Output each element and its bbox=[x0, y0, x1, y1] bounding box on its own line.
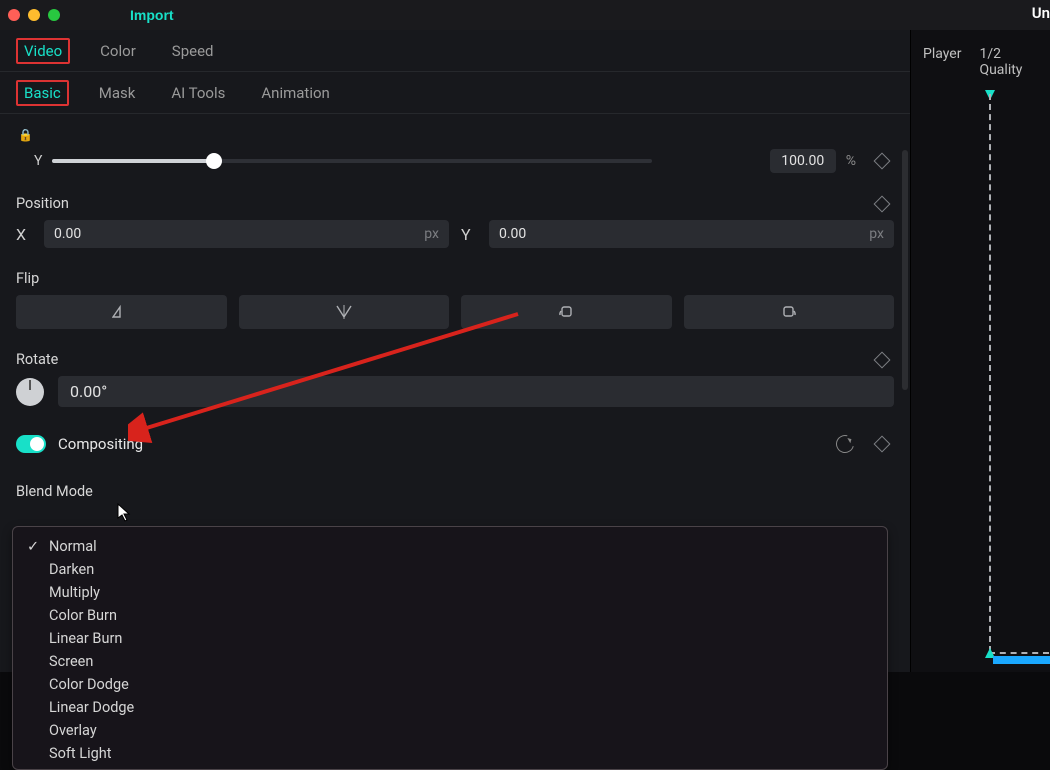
tab-animation[interactable]: Animation bbox=[255, 80, 335, 106]
blend-option-color-dodge[interactable]: Color Dodge bbox=[19, 673, 881, 696]
rotate-header: Rotate bbox=[16, 351, 894, 368]
primary-tabs: Video Color Speed bbox=[0, 30, 910, 72]
blend-option-label: Linear Burn bbox=[49, 630, 122, 647]
blend-option-soft-light[interactable]: Soft Light bbox=[19, 742, 881, 765]
position-y-suffix: px bbox=[869, 226, 884, 242]
blend-option-linear-dodge[interactable]: Linear Dodge bbox=[19, 696, 881, 719]
position-header: Position bbox=[16, 195, 894, 212]
tab-ai-tools[interactable]: AI Tools bbox=[165, 80, 231, 106]
tab-color[interactable]: Color bbox=[94, 38, 142, 64]
player-tab[interactable]: Player bbox=[923, 46, 961, 78]
tab-mask[interactable]: Mask bbox=[93, 80, 142, 106]
player-quality[interactable]: 1/2 Quality bbox=[979, 46, 1042, 78]
scale-y-unit: % bbox=[846, 153, 856, 169]
rotate-ccw-button[interactable] bbox=[461, 295, 672, 329]
blend-option-label: Normal bbox=[49, 538, 97, 555]
flip-vertical-button[interactable] bbox=[239, 295, 450, 329]
preview-area[interactable] bbox=[911, 92, 1050, 672]
keyframe-rotate[interactable] bbox=[874, 351, 891, 368]
position-x-label: X bbox=[16, 225, 30, 244]
tab-speed[interactable]: Speed bbox=[166, 38, 220, 64]
position-x-suffix: px bbox=[424, 226, 439, 242]
maximize-window-button[interactable] bbox=[48, 9, 60, 21]
cursor-icon bbox=[117, 503, 131, 523]
timeline-clip[interactable] bbox=[993, 656, 1050, 664]
inspector-panel: Video Color Speed Basic Mask AI Tools An… bbox=[0, 30, 910, 672]
position-y-field[interactable]: Y 0.00 px bbox=[461, 220, 894, 248]
blend-option-label: Color Burn bbox=[49, 607, 117, 624]
keyframe-compositing[interactable] bbox=[874, 436, 891, 453]
rotate-label: Rotate bbox=[16, 351, 58, 368]
blend-mode-header: Blend Mode bbox=[16, 483, 894, 500]
blend-option-label: Soft Light bbox=[49, 745, 111, 762]
blend-option-label: Overlay bbox=[49, 722, 97, 739]
lock-icon[interactable]: 🔒 bbox=[18, 128, 33, 142]
reset-compositing-icon[interactable] bbox=[833, 432, 858, 457]
preview-bottom-edge bbox=[989, 652, 1049, 654]
blend-option-color-burn[interactable]: Color Burn bbox=[19, 604, 881, 627]
keyframe-position[interactable] bbox=[874, 195, 891, 212]
secondary-tabs: Basic Mask AI Tools Animation bbox=[0, 72, 910, 114]
minimize-window-button[interactable] bbox=[28, 9, 40, 21]
rotate-value[interactable]: 0.00° bbox=[58, 376, 894, 407]
scale-y-value[interactable]: 100.00 bbox=[770, 149, 836, 173]
tab-video[interactable]: Video bbox=[16, 38, 70, 64]
compositing-toggle[interactable] bbox=[16, 435, 46, 453]
window-title-partial: Un bbox=[1032, 4, 1050, 22]
blend-option-label: Color Dodge bbox=[49, 676, 129, 693]
blend-option-label: Linear Dodge bbox=[49, 699, 134, 716]
blend-option-label: Multiply bbox=[49, 584, 100, 601]
keyframe-scale-y[interactable] bbox=[874, 153, 891, 170]
blend-option-normal[interactable]: ✓ Normal bbox=[19, 535, 881, 558]
rotate-dial[interactable] bbox=[16, 378, 44, 406]
scrollbar[interactable] bbox=[902, 150, 908, 390]
scale-y-row: Y 100.00 % bbox=[16, 149, 894, 173]
scale-y-label: Y bbox=[34, 153, 42, 169]
rotate-cw-button[interactable] bbox=[684, 295, 895, 329]
tab-basic[interactable]: Basic bbox=[16, 80, 69, 106]
close-window-button[interactable] bbox=[8, 9, 20, 21]
playhead-line bbox=[989, 94, 991, 652]
window-controls bbox=[8, 9, 60, 21]
position-x-field[interactable]: X 0.00 px bbox=[16, 220, 449, 248]
flip-horizontal-button[interactable] bbox=[16, 295, 227, 329]
blend-option-darken[interactable]: Darken bbox=[19, 558, 881, 581]
blend-option-linear-burn[interactable]: Linear Burn bbox=[19, 627, 881, 650]
check-icon: ✓ bbox=[27, 538, 41, 555]
blend-option-label: Screen bbox=[49, 653, 93, 670]
position-label: Position bbox=[16, 195, 69, 212]
flip-header: Flip bbox=[16, 270, 894, 287]
compositing-label: Compositing bbox=[58, 435, 143, 453]
position-y-value[interactable]: 0.00 bbox=[499, 226, 526, 242]
blend-mode-label: Blend Mode bbox=[16, 483, 93, 500]
scale-y-slider[interactable] bbox=[52, 159, 652, 163]
import-button[interactable]: Import bbox=[120, 5, 184, 25]
position-x-value[interactable]: 0.00 bbox=[54, 226, 81, 242]
flip-label: Flip bbox=[16, 270, 39, 287]
blend-option-overlay[interactable]: Overlay bbox=[19, 719, 881, 742]
blend-option-screen[interactable]: Screen bbox=[19, 650, 881, 673]
blend-mode-dropdown[interactable]: ✓ Normal Darken Multiply Color Burn Linear Bu… bbox=[12, 526, 888, 770]
blend-option-label: Darken bbox=[49, 561, 94, 578]
position-y-label: Y bbox=[461, 225, 475, 244]
player-panel: Player 1/2 Quality bbox=[910, 30, 1050, 672]
blend-option-multiply[interactable]: Multiply bbox=[19, 581, 881, 604]
title-bar: Import Un bbox=[0, 0, 1050, 30]
